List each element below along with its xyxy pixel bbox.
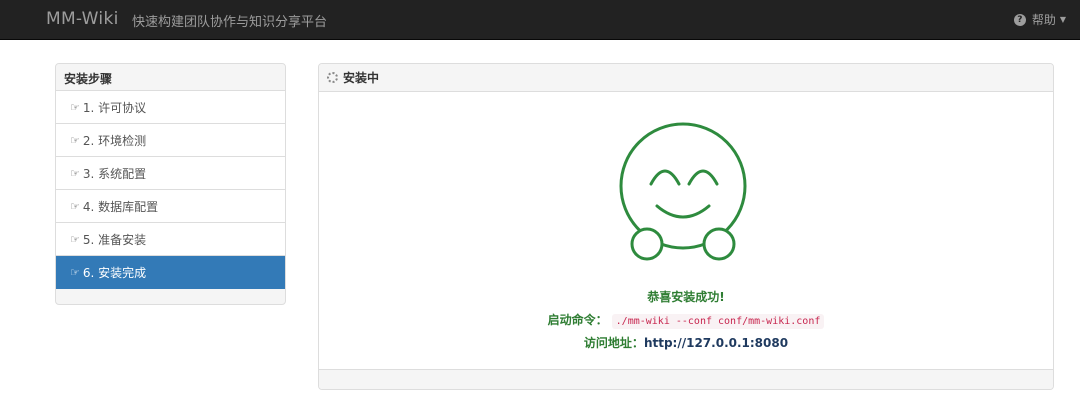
- panel-title: 安装中: [343, 71, 380, 85]
- brand-logo[interactable]: MM-Wiki: [46, 9, 119, 29]
- install-steps-panel: 安装步骤 ☞ 1. 许可协议 ☞ 2. 环境检测 ☞ 3. 系统配置 ☞ 4. …: [55, 63, 286, 305]
- step-label: 4. 数据库配置: [82, 199, 159, 214]
- step-item-system-config[interactable]: ☞ 3. 系统配置: [56, 157, 285, 190]
- brand-subtitle: 快速构建团队协作与知识分享平台: [132, 15, 328, 30]
- access-url-value[interactable]: http://127.0.0.1:8080: [644, 336, 788, 350]
- install-status-panel: 安装中 恭喜安装成功! 启动命令： ./mm-wiki --conf conf/m…: [318, 63, 1054, 390]
- hand-right-icon: ☞: [70, 232, 80, 246]
- access-url-line: 访问地址：http://127.0.0.1:8080: [319, 334, 1053, 351]
- hand-right-icon: ☞: [70, 265, 80, 279]
- panel-footer: [319, 369, 1053, 389]
- spinner-icon: [327, 72, 338, 83]
- help-menu[interactable]: ? 帮助 ▼: [1013, 11, 1066, 28]
- step-label: 6. 安装完成: [82, 265, 147, 280]
- step-label: 3. 系统配置: [82, 166, 147, 181]
- success-message: 恭喜安装成功!: [647, 290, 725, 304]
- start-command-label: 启动命令：: [547, 313, 608, 327]
- step-label: 5. 准备安装: [82, 232, 147, 247]
- step-item-prepare-install[interactable]: ☞ 5. 准备安装: [56, 223, 285, 256]
- start-command-line: 启动命令： ./mm-wiki --conf conf/mm-wiki.conf: [319, 311, 1053, 329]
- step-label: 2. 环境检测: [82, 133, 147, 148]
- hand-right-icon: ☞: [70, 133, 80, 147]
- panel-header: 安装中: [319, 64, 1053, 92]
- step-item-database-config[interactable]: ☞ 4. 数据库配置: [56, 190, 285, 223]
- hand-right-icon: ☞: [70, 100, 80, 114]
- smiley-face-icon: [619, 122, 747, 261]
- step-item-env-check[interactable]: ☞ 2. 环境检测: [56, 124, 285, 157]
- start-command-code[interactable]: ./mm-wiki --conf conf/mm-wiki.conf: [611, 314, 825, 329]
- step-label: 1. 许可协议: [82, 100, 147, 115]
- step-item-install-complete[interactable]: ☞ 6. 安装完成: [56, 256, 285, 289]
- access-url-label: 访问地址：: [583, 336, 644, 350]
- question-circle-icon: ?: [1013, 13, 1026, 26]
- hand-right-icon: ☞: [70, 166, 80, 180]
- install-steps-title: 安装步骤: [56, 64, 285, 91]
- step-item-license[interactable]: ☞ 1. 许可协议: [56, 91, 285, 124]
- help-label: 帮助: [1031, 13, 1056, 27]
- hand-right-icon: ☞: [70, 199, 80, 213]
- top-navbar: MM-Wiki 快速构建团队协作与知识分享平台 ? 帮助 ▼: [0, 0, 1080, 40]
- caret-down-icon: ▼: [1059, 15, 1066, 24]
